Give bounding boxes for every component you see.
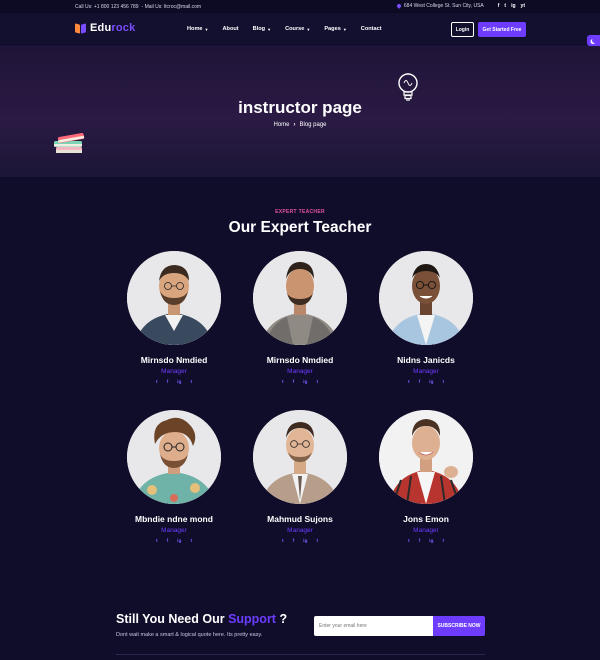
section-eyebrow: EXPERT TEACHER [275, 209, 325, 215]
facebook-icon[interactable]: f [293, 539, 295, 544]
logo-book-icon [75, 23, 87, 34]
teacher-photo [379, 251, 473, 345]
nav-item-home[interactable]: Home ▼ [187, 26, 209, 32]
teacher-role: Manager [161, 368, 187, 375]
main-header: Edurock Home ▼ About Blog ▼ Course ▼ Pages ▼… [0, 13, 600, 47]
login-button[interactable]: Login [451, 22, 474, 37]
teacher-card[interactable]: Mirnsdo Nmdied Manager t f ig t [104, 251, 244, 385]
twitter-icon[interactable]: t [156, 380, 158, 385]
teacher-role: Manager [413, 368, 439, 375]
subscribe-button[interactable]: SUBSCRIBE NOW [433, 616, 485, 636]
teacher-card[interactable]: Mahmud Sujons Manager t f ig t [230, 410, 370, 544]
breadcrumb-current: Blog page [299, 122, 327, 128]
newsletter-subtitle: Dont wait make a smart & logical quote h… [116, 632, 263, 638]
teacher-social: t f ig t [104, 380, 244, 385]
divider [116, 654, 485, 655]
twitter-icon[interactable]: t [156, 539, 158, 544]
instagram-icon[interactable]: ig [177, 380, 181, 385]
page-title: instructor page [238, 98, 362, 117]
teacher-role: Manager [413, 527, 439, 534]
chevron-down-icon: ▼ [306, 26, 311, 32]
teacher-card[interactable]: Nidns Janicds Manager t f ig t [356, 251, 496, 385]
phone-text: Call Us: +1 800 123 456 789 [75, 4, 139, 10]
instagram-icon[interactable]: ig [303, 380, 307, 385]
chevron-down-icon: ▼ [342, 26, 347, 32]
nav-item-course[interactable]: Course ▼ [285, 26, 310, 32]
location-pin-icon [396, 3, 402, 9]
twitter-icon[interactable]: t [504, 3, 506, 9]
breadcrumb: Home › Blog page [0, 122, 600, 128]
teacher-role: Manager [287, 368, 313, 375]
twitter-icon[interactable]: t [442, 539, 444, 544]
facebook-icon[interactable]: f [498, 3, 500, 9]
chevron-right-icon: › [293, 122, 296, 128]
twitter-icon[interactable]: t [408, 539, 410, 544]
facebook-icon[interactable]: f [419, 380, 421, 385]
teacher-social: t f ig t [230, 380, 370, 385]
teacher-name: Jons Emon [403, 514, 449, 524]
chevron-down-icon: ▼ [267, 26, 272, 32]
twitter-icon[interactable]: t [282, 380, 284, 385]
twitter-icon[interactable]: t [190, 380, 192, 385]
logo-text: Edurock [90, 22, 136, 34]
nav-item-about[interactable]: About [223, 26, 239, 32]
twitter-icon[interactable]: t [442, 380, 444, 385]
facebook-icon[interactable]: f [293, 380, 295, 385]
teacher-photo [253, 410, 347, 504]
nav-item-blog[interactable]: Blog ▼ [253, 26, 271, 32]
teacher-card[interactable]: Jons Emon Manager t f ig t [356, 410, 496, 544]
twitter-icon[interactable]: t [282, 539, 284, 544]
instagram-icon[interactable]: ig [429, 539, 433, 544]
twitter-icon[interactable]: t [408, 380, 410, 385]
contact-info: Call Us: +1 800 123 456 789 - Mail Us: l… [75, 4, 201, 10]
facebook-icon[interactable]: f [167, 380, 169, 385]
teacher-photo [253, 251, 347, 345]
instagram-icon[interactable]: ig [177, 539, 181, 544]
page-hero: instructor page Home › Blog page [0, 47, 600, 177]
section-title: Our Expert Teacher [228, 219, 372, 236]
facebook-icon[interactable]: f [419, 539, 421, 544]
teacher-name: Mirnsdo Nmdied [140, 355, 208, 365]
teacher-social: t f ig t [230, 539, 370, 544]
youtube-icon[interactable]: yt [521, 3, 525, 9]
teacher-social: t f ig t [356, 380, 496, 385]
moon-icon [592, 38, 597, 43]
instagram-icon[interactable]: ig [511, 3, 515, 9]
chevron-down-icon: ▼ [204, 26, 209, 32]
newsletter-title: Still You Need Our Support ? [116, 612, 288, 626]
teacher-role: Manager [287, 527, 313, 534]
twitter-icon[interactable]: t [190, 539, 192, 544]
teacher-card[interactable]: Mbndie ndne mond Manager t f ig t [104, 410, 244, 544]
instagram-icon[interactable]: ig [303, 539, 307, 544]
teacher-name: Mahmud Sujons [267, 514, 333, 524]
get-started-button[interactable]: Get Started Free [478, 22, 526, 37]
top-info-bar: Call Us: +1 800 123 456 789 - Mail Us: l… [0, 0, 600, 13]
main-nav: Home ▼ About Blog ▼ Course ▼ Pages ▼ Contact [187, 26, 382, 32]
address-text: 684 West College St. Sun City, USA [403, 3, 484, 9]
dark-mode-toggle[interactable] [587, 35, 600, 46]
teacher-social: t f ig t [356, 539, 496, 544]
teacher-name: Nidns Janicds [397, 355, 455, 365]
teacher-photo [127, 410, 221, 504]
teacher-photo [379, 410, 473, 504]
teacher-role: Manager [161, 527, 187, 534]
logo[interactable]: Edurock [75, 22, 135, 34]
address: 684 West College St. Sun City, USA [396, 3, 484, 9]
breadcrumb-home-link[interactable]: Home [273, 122, 289, 128]
books-stack-icon [54, 133, 85, 153]
twitter-icon[interactable]: t [316, 380, 318, 385]
email-text: - Mail Us: ltcroc@mail.com [141, 4, 202, 10]
instagram-icon[interactable]: ig [429, 380, 433, 385]
facebook-icon[interactable]: f [167, 539, 169, 544]
email-input[interactable] [314, 616, 433, 636]
teacher-card[interactable]: Mirnsdo Nmdied Manager t f ig t [230, 251, 370, 385]
nav-item-contact[interactable]: Contact [361, 26, 382, 32]
nav-item-pages[interactable]: Pages ▼ [324, 26, 346, 32]
teacher-name: Mbndie ndne mond [135, 514, 213, 524]
teacher-social: t f ig t [104, 539, 244, 544]
twitter-icon[interactable]: t [316, 539, 318, 544]
teacher-name: Mirnsdo Nmdied [266, 355, 334, 365]
teacher-photo [127, 251, 221, 345]
